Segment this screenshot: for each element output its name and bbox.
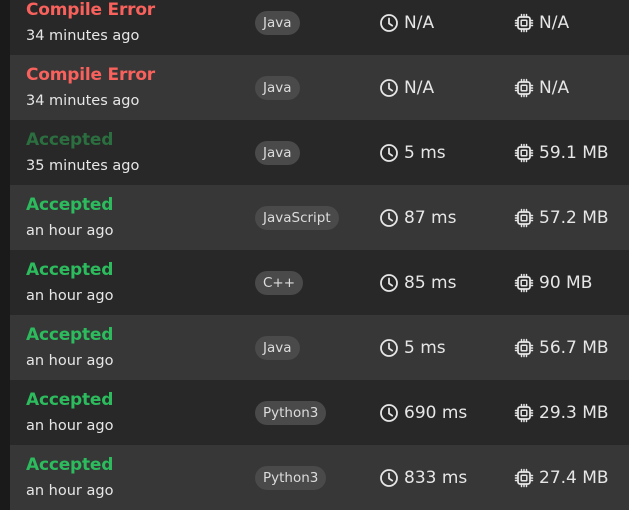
runtime-value: 5 ms [379,336,446,360]
submission-row[interactable]: Accepted an hour ago JavaScript 87 ms 57… [10,185,629,250]
cpu-chip-icon [514,468,534,488]
submission-row[interactable]: Accepted an hour ago Java 5 ms 56.7 MB [10,315,629,380]
submission-time: 34 minutes ago [26,28,140,44]
submission-status[interactable]: Accepted [26,130,113,150]
cpu-chip-icon [514,208,534,228]
cpu-chip-icon [514,78,534,98]
memory-text: 29.3 MB [539,403,609,423]
submission-status[interactable]: Accepted [26,195,113,215]
submission-time: 35 minutes ago [26,158,140,174]
submission-status[interactable]: Accepted [26,390,113,410]
memory-text: 59.1 MB [539,143,609,163]
cpu-chip-icon [514,273,534,293]
runtime-value: 833 ms [379,466,467,490]
memory-text: N/A [539,13,570,33]
memory-text: 27.4 MB [539,468,609,488]
clock-icon [379,78,399,98]
language-badge: C++ [255,271,304,295]
submission-row[interactable]: Accepted an hour ago Python3 690 ms 29.3… [10,380,629,445]
runtime-text: 5 ms [404,143,446,163]
submission-status[interactable]: Accepted [26,260,113,280]
memory-text: 57.2 MB [539,208,609,228]
memory-value: 27.4 MB [514,466,609,490]
language-badge: Java [255,11,300,35]
runtime-value: 690 ms [379,401,467,425]
memory-value: 29.3 MB [514,401,609,425]
runtime-value: N/A [379,11,434,35]
clock-icon [379,273,399,293]
memory-value: 56.7 MB [514,336,609,360]
memory-text: 90 MB [539,273,593,293]
submission-time: an hour ago [26,353,114,369]
memory-value: 90 MB [514,271,592,295]
runtime-text: 85 ms [404,273,457,293]
clock-icon [379,468,399,488]
submission-time: an hour ago [26,483,114,499]
clock-icon [379,143,399,163]
submission-row[interactable]: Compile Error 34 minutes ago Java N/A N/… [10,55,629,120]
language-badge: JavaScript [255,206,339,230]
runtime-value: 87 ms [379,206,456,230]
language-badge: Java [255,336,300,360]
runtime-text: N/A [404,13,435,33]
runtime-text: 5 ms [404,338,446,358]
cpu-chip-icon [514,143,534,163]
runtime-text: 690 ms [404,403,468,423]
submission-row[interactable]: Compile Error 34 minutes ago Java N/A N/… [10,0,629,55]
clock-icon [379,13,399,33]
runtime-value: 5 ms [379,141,446,165]
memory-value: 59.1 MB [514,141,609,165]
submission-time: 34 minutes ago [26,93,140,109]
runtime-text: N/A [404,78,435,98]
submission-list: Compile Error 34 minutes ago Java N/A N/… [10,0,629,510]
cpu-chip-icon [514,403,534,423]
submission-row[interactable]: Accepted an hour ago C++ 85 ms 90 MB [10,250,629,315]
submission-row[interactable]: Accepted 35 minutes ago Java 5 ms 59.1 M… [10,120,629,185]
memory-value: N/A [514,76,569,100]
memory-value: N/A [514,11,569,35]
language-badge: Java [255,76,300,100]
runtime-text: 833 ms [404,468,468,488]
memory-text: 56.7 MB [539,338,609,358]
submission-row[interactable]: Accepted an hour ago Python3 833 ms 27.4… [10,445,629,510]
cpu-chip-icon [514,338,534,358]
submission-time: an hour ago [26,288,114,304]
language-badge: Java [255,141,300,165]
submission-time: an hour ago [26,418,114,434]
submission-time: an hour ago [26,223,114,239]
memory-text: N/A [539,78,570,98]
submission-status[interactable]: Compile Error [26,65,155,85]
submission-status[interactable]: Compile Error [26,0,155,20]
cpu-chip-icon [514,13,534,33]
clock-icon [379,208,399,228]
runtime-text: 87 ms [404,208,457,228]
language-badge: Python3 [255,401,327,425]
runtime-value: 85 ms [379,271,456,295]
submission-status[interactable]: Accepted [26,455,113,475]
clock-icon [379,338,399,358]
memory-value: 57.2 MB [514,206,609,230]
runtime-value: N/A [379,76,434,100]
language-badge: Python3 [255,466,327,490]
submission-status[interactable]: Accepted [26,325,113,345]
clock-icon [379,403,399,423]
